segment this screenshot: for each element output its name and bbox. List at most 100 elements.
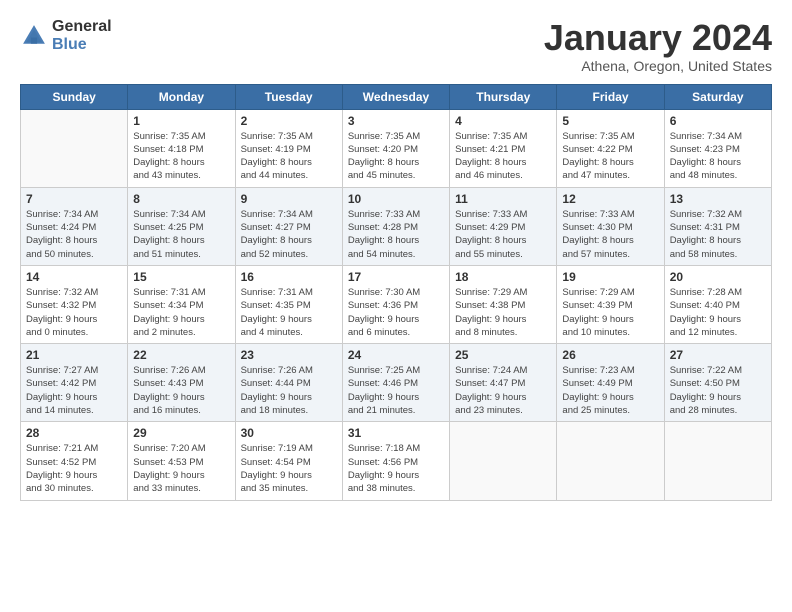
day-number: 11 — [455, 192, 551, 206]
day-info: Sunrise: 7:34 AMSunset: 4:27 PMDaylight:… — [241, 208, 337, 261]
day-number: 29 — [133, 426, 229, 440]
week-row-3: 14Sunrise: 7:32 AMSunset: 4:32 PMDayligh… — [21, 265, 772, 343]
day-number: 15 — [133, 270, 229, 284]
calendar-cell — [664, 422, 771, 500]
day-header-thursday: Thursday — [450, 84, 557, 109]
day-info: Sunrise: 7:35 AMSunset: 4:22 PMDaylight:… — [562, 130, 658, 183]
day-info: Sunrise: 7:21 AMSunset: 4:52 PMDaylight:… — [26, 442, 122, 495]
calendar-cell: 31 Sunrise: 7:18 AMSunset: 4:56 PMDayligh… — [342, 422, 449, 500]
logo-blue-text: Blue — [52, 36, 112, 54]
header: General Blue January 2024 Athena, Oregon… — [20, 18, 772, 74]
day-info: Sunrise: 7:26 AMSunset: 4:43 PMDaylight:… — [133, 364, 229, 417]
calendar-cell: 10Sunrise: 7:33 AMSunset: 4:28 PMDayligh… — [342, 187, 449, 265]
logo: General Blue — [20, 18, 112, 53]
day-number: 3 — [348, 114, 444, 128]
calendar-cell: 3 Sunrise: 7:35 AMSunset: 4:20 PMDaylight… — [342, 109, 449, 187]
day-number: 5 — [562, 114, 658, 128]
header-row: SundayMondayTuesdayWednesdayThursdayFrid… — [21, 84, 772, 109]
calendar-cell: 27 Sunrise: 7:22 AMSunset: 4:50 PMDayligh… — [664, 344, 771, 422]
day-info: Sunrise: 7:19 AMSunset: 4:54 PMDaylight:… — [241, 442, 337, 495]
day-number: 25 — [455, 348, 551, 362]
calendar-cell: 18 Sunrise: 7:29 AMSunset: 4:38 PMDayligh… — [450, 265, 557, 343]
day-number: 27 — [670, 348, 766, 362]
location: Athena, Oregon, United States — [544, 58, 772, 74]
calendar-cell: 19 Sunrise: 7:29 AMSunset: 4:39 PMDayligh… — [557, 265, 664, 343]
day-number: 16 — [241, 270, 337, 284]
day-info: Sunrise: 7:26 AMSunset: 4:44 PMDaylight:… — [241, 364, 337, 417]
calendar-cell: 26Sunrise: 7:23 AMSunset: 4:49 PMDayligh… — [557, 344, 664, 422]
calendar-cell: 20Sunrise: 7:28 AMSunset: 4:40 PMDayligh… — [664, 265, 771, 343]
calendar-cell: 7 Sunrise: 7:34 AMSunset: 4:24 PMDaylight… — [21, 187, 128, 265]
day-info: Sunrise: 7:35 AMSunset: 4:21 PMDaylight:… — [455, 130, 551, 183]
day-number: 23 — [241, 348, 337, 362]
day-info: Sunrise: 7:28 AMSunset: 4:40 PMDaylight:… — [670, 286, 766, 339]
day-info: Sunrise: 7:20 AMSunset: 4:53 PMDaylight:… — [133, 442, 229, 495]
day-number: 31 — [348, 426, 444, 440]
day-info: Sunrise: 7:27 AMSunset: 4:42 PMDaylight:… — [26, 364, 122, 417]
calendar-cell: 22Sunrise: 7:26 AMSunset: 4:43 PMDayligh… — [128, 344, 235, 422]
day-header-friday: Friday — [557, 84, 664, 109]
day-number: 12 — [562, 192, 658, 206]
day-number: 7 — [26, 192, 122, 206]
calendar-header: SundayMondayTuesdayWednesdayThursdayFrid… — [21, 84, 772, 109]
title-block: January 2024 Athena, Oregon, United Stat… — [544, 18, 772, 74]
calendar-cell: 11Sunrise: 7:33 AMSunset: 4:29 PMDayligh… — [450, 187, 557, 265]
day-number: 9 — [241, 192, 337, 206]
calendar-body: 1Sunrise: 7:35 AMSunset: 4:18 PMDaylight… — [21, 109, 772, 500]
day-info: Sunrise: 7:33 AMSunset: 4:28 PMDaylight:… — [348, 208, 444, 261]
logo-general-text: General — [52, 18, 112, 36]
calendar-cell — [450, 422, 557, 500]
calendar-cell: 30 Sunrise: 7:19 AMSunset: 4:54 PMDayligh… — [235, 422, 342, 500]
day-info: Sunrise: 7:31 AMSunset: 4:34 PMDaylight:… — [133, 286, 229, 339]
week-row-5: 28 Sunrise: 7:21 AMSunset: 4:52 PMDayligh… — [21, 422, 772, 500]
calendar-cell: 23 Sunrise: 7:26 AMSunset: 4:44 PMDayligh… — [235, 344, 342, 422]
day-number: 6 — [670, 114, 766, 128]
day-info: Sunrise: 7:32 AMSunset: 4:31 PMDaylight:… — [670, 208, 766, 261]
calendar-cell: 12Sunrise: 7:33 AMSunset: 4:30 PMDayligh… — [557, 187, 664, 265]
calendar-cell — [21, 109, 128, 187]
day-info: Sunrise: 7:24 AMSunset: 4:47 PMDaylight:… — [455, 364, 551, 417]
day-info: Sunrise: 7:34 AMSunset: 4:25 PMDaylight:… — [133, 208, 229, 261]
day-number: 18 — [455, 270, 551, 284]
day-info: Sunrise: 7:34 AMSunset: 4:23 PMDaylight:… — [670, 130, 766, 183]
calendar-cell: 24Sunrise: 7:25 AMSunset: 4:46 PMDayligh… — [342, 344, 449, 422]
day-info: Sunrise: 7:31 AMSunset: 4:35 PMDaylight:… — [241, 286, 337, 339]
calendar-cell: 15 Sunrise: 7:31 AMSunset: 4:34 PMDayligh… — [128, 265, 235, 343]
day-info: Sunrise: 7:18 AMSunset: 4:56 PMDaylight:… — [348, 442, 444, 495]
logo-icon — [20, 22, 48, 50]
logo-text: General Blue — [52, 18, 112, 53]
calendar-cell: 17 Sunrise: 7:30 AMSunset: 4:36 PMDayligh… — [342, 265, 449, 343]
day-info: Sunrise: 7:22 AMSunset: 4:50 PMDaylight:… — [670, 364, 766, 417]
day-number: 1 — [133, 114, 229, 128]
calendar-cell: 21 Sunrise: 7:27 AMSunset: 4:42 PMDayligh… — [21, 344, 128, 422]
day-number: 30 — [241, 426, 337, 440]
day-number: 4 — [455, 114, 551, 128]
calendar-cell: 6 Sunrise: 7:34 AMSunset: 4:23 PMDaylight… — [664, 109, 771, 187]
day-number: 2 — [241, 114, 337, 128]
day-number: 8 — [133, 192, 229, 206]
calendar-cell: 2Sunrise: 7:35 AMSunset: 4:19 PMDaylight… — [235, 109, 342, 187]
day-info: Sunrise: 7:29 AMSunset: 4:39 PMDaylight:… — [562, 286, 658, 339]
calendar-cell — [557, 422, 664, 500]
day-header-sunday: Sunday — [21, 84, 128, 109]
calendar-cell: 14Sunrise: 7:32 AMSunset: 4:32 PMDayligh… — [21, 265, 128, 343]
day-info: Sunrise: 7:29 AMSunset: 4:38 PMDaylight:… — [455, 286, 551, 339]
day-info: Sunrise: 7:30 AMSunset: 4:36 PMDaylight:… — [348, 286, 444, 339]
day-info: Sunrise: 7:34 AMSunset: 4:24 PMDaylight:… — [26, 208, 122, 261]
day-info: Sunrise: 7:25 AMSunset: 4:46 PMDaylight:… — [348, 364, 444, 417]
calendar-cell: 25 Sunrise: 7:24 AMSunset: 4:47 PMDayligh… — [450, 344, 557, 422]
day-number: 28 — [26, 426, 122, 440]
day-info: Sunrise: 7:35 AMSunset: 4:20 PMDaylight:… — [348, 130, 444, 183]
day-header-monday: Monday — [128, 84, 235, 109]
day-number: 19 — [562, 270, 658, 284]
day-number: 21 — [26, 348, 122, 362]
day-number: 17 — [348, 270, 444, 284]
day-header-tuesday: Tuesday — [235, 84, 342, 109]
day-number: 14 — [26, 270, 122, 284]
calendar-cell: 28 Sunrise: 7:21 AMSunset: 4:52 PMDayligh… — [21, 422, 128, 500]
day-header-wednesday: Wednesday — [342, 84, 449, 109]
page-container: General Blue January 2024 Athena, Oregon… — [0, 0, 792, 511]
month-title: January 2024 — [544, 18, 772, 58]
calendar-cell: 4 Sunrise: 7:35 AMSunset: 4:21 PMDaylight… — [450, 109, 557, 187]
calendar-table: SundayMondayTuesdayWednesdayThursdayFrid… — [20, 84, 772, 501]
